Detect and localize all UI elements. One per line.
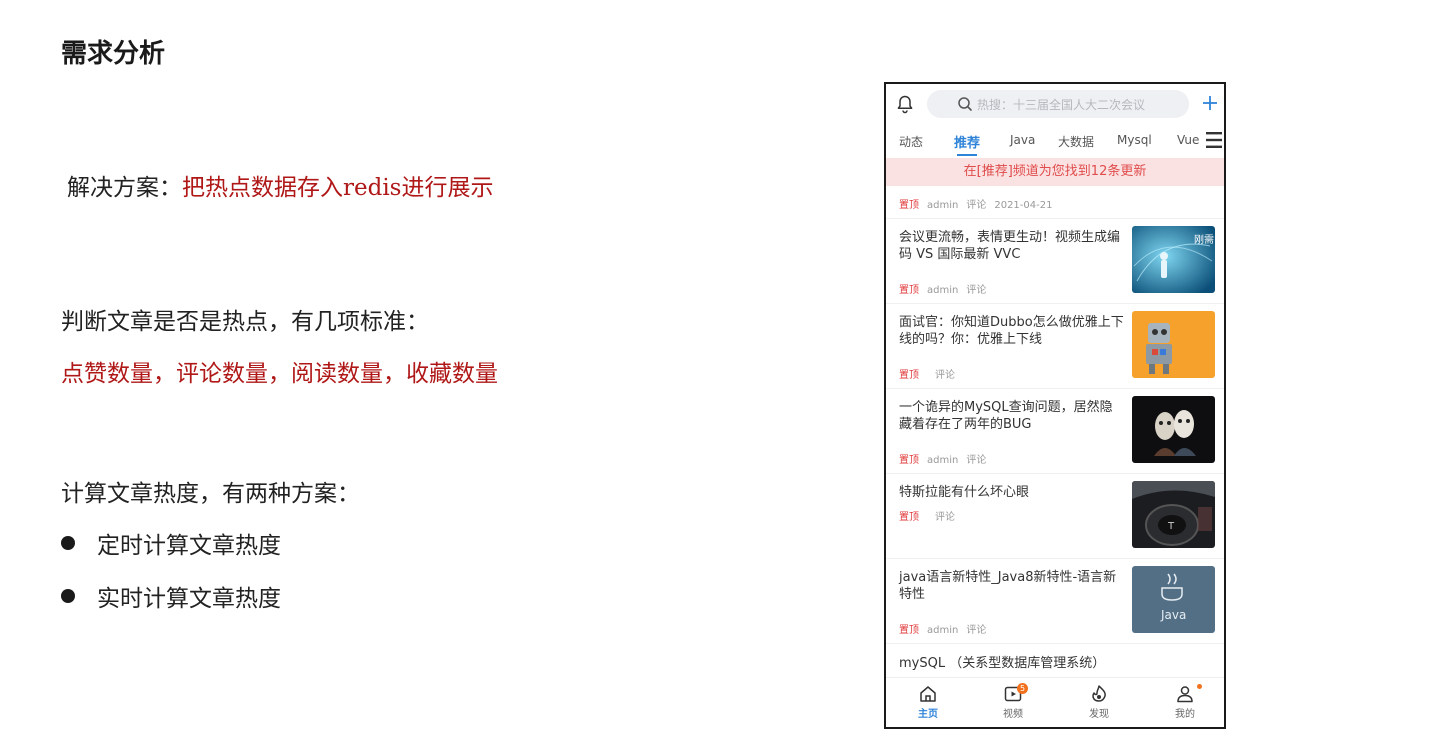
bullet-dot-icon [61,589,75,603]
menu-icon[interactable] [1206,131,1222,149]
author: admin [927,455,959,466]
comment-link[interactable]: 评论 [966,285,986,296]
comment-link[interactable]: 评论 [966,200,986,211]
pinned-tag: 置顶 [899,455,919,466]
divider [886,303,1224,304]
channel-tabs: 动态 推荐 Java 大数据 Mysql Vue [886,126,1224,156]
criteria-heading: 判断文章是否是热点，有几项标准： [61,309,429,335]
author: admin [927,200,959,211]
pinned-tag: 置顶 [899,512,919,523]
article-thumbnail[interactable]: T [1132,481,1215,548]
thumbnail-text: Java [1160,608,1186,622]
bullet-text: 实时计算文章热度 [97,586,281,612]
article-title[interactable]: 一个诡异的MySQL查询问题，居然隐藏着存在了两年的BUG [899,399,1125,433]
masks-thumbnail [1132,396,1215,463]
divider [886,558,1224,559]
phone-mockup: 热搜：十三届全国人大二次会议 动态 推荐 Java 大数据 Mysql Vue … [884,82,1226,729]
nav-home[interactable]: 主页 [898,684,958,720]
article-thumbnail[interactable]: Java [1132,566,1215,633]
video-codec-thumbnail: 刚需 [1132,226,1215,293]
discover-icon [1092,685,1106,702]
article-meta: 置顶 admin 评论 [899,451,994,466]
bullet-text: 定时计算文章热度 [97,533,281,559]
bottom-nav: 主页 5 视频 发现 我的 [886,677,1224,727]
tab-vue[interactable]: Vue [1177,133,1199,147]
pinned-tag: 置顶 [899,625,919,636]
robot-thumbnail [1132,311,1215,378]
comment-link[interactable]: 评论 [966,625,986,636]
nav-label: 视频 [1003,709,1023,720]
search-placeholder: 热搜：十三届全国人大二次会议 [977,98,1146,112]
nav-mine[interactable]: 我的 [1155,684,1215,720]
doc-title: 需求分析 [61,39,166,69]
comment-link[interactable]: 评论 [935,370,955,381]
thumbnail-text: 刚需 [1194,234,1214,246]
nav-discover[interactable]: 发现 [1069,684,1129,720]
bullet-dot-icon [61,536,75,550]
article-thumbnail[interactable]: 刚需 [1132,226,1215,293]
author: admin [927,285,959,296]
svg-text:T: T [1167,521,1175,532]
nav-video[interactable]: 5 视频 [983,683,1043,720]
plus-icon[interactable] [1200,93,1220,113]
article-title[interactable]: 面试官：你知道Dubbo怎么做优雅上下线的吗？你：优雅上下线 [899,314,1125,348]
video-badge: 5 [1017,683,1028,694]
notification-dot [1197,684,1202,689]
article-title[interactable]: java语言新特性_Java8新特性-语言新特性 [899,569,1125,603]
comment-link[interactable]: 评论 [966,455,986,466]
tab-mysql[interactable]: Mysql [1117,133,1152,147]
article-title[interactable]: 会议更流畅，表情更生动！视频生成编码 VS 国际最新 VVC [899,229,1125,263]
divider [886,388,1224,389]
article-title[interactable]: 特斯拉能有什么坏心眼 [899,484,1125,501]
bell-icon[interactable] [895,94,915,114]
comment-link[interactable]: 评论 [935,512,955,523]
divider [886,643,1224,644]
tab-recommend[interactable]: 推荐 [954,132,980,156]
solution-line: 解决方案：把热点数据存入redis进行展示 [61,168,494,202]
update-banner: 在[推荐]频道为您找到12条更新 [886,158,1224,186]
bullet-item: 实时计算文章热度 [61,579,281,613]
search-bar[interactable]: 热搜：十三届全国人大二次会议 [927,90,1189,118]
author: admin [927,625,959,636]
pinned-tag: 置顶 [899,200,919,211]
divider [886,473,1224,474]
tab-java[interactable]: Java [1010,133,1035,147]
article-meta: 置顶 admin 评论 2021-04-21 [899,196,1060,211]
nav-label: 发现 [1089,709,1109,720]
criteria-list: 点赞数量，评论数量，阅读数量，收藏数量 [61,361,498,387]
pinned-tag: 置顶 [899,370,919,381]
pinned-tag: 置顶 [899,285,919,296]
search-icon [958,97,972,111]
article-thumbnail[interactable] [1132,396,1215,463]
tab-bigdata[interactable]: 大数据 [1058,133,1094,150]
article-meta: 置顶 评论 [899,508,963,523]
article-meta: 置顶 admin 评论 [899,621,994,636]
date: 2021-04-21 [994,200,1053,211]
solution-text: 把热点数据存入redis进行展示 [182,175,494,201]
tab-dynamic[interactable]: 动态 [899,133,923,150]
article-thumbnail[interactable] [1132,311,1215,378]
home-icon [920,686,936,702]
article-title[interactable]: mySQL （关系型数据库管理系统） [899,652,1105,671]
nav-label: 主页 [918,709,938,720]
nav-label: 我的 [1175,709,1195,720]
java-thumbnail: Java [1132,566,1215,633]
user-icon [1177,686,1193,703]
calc-heading: 计算文章热度，有两种方案： [61,481,360,507]
solution-prefix: 解决方案： [67,175,182,201]
top-bar: 热搜：十三届全国人大二次会议 [886,84,1224,124]
tesla-thumbnail: T [1132,481,1215,548]
article-meta: 置顶 评论 [899,366,963,381]
divider [886,218,1224,219]
bullet-item: 定时计算文章热度 [61,526,281,560]
article-meta: 置顶 admin 评论 [899,281,994,296]
